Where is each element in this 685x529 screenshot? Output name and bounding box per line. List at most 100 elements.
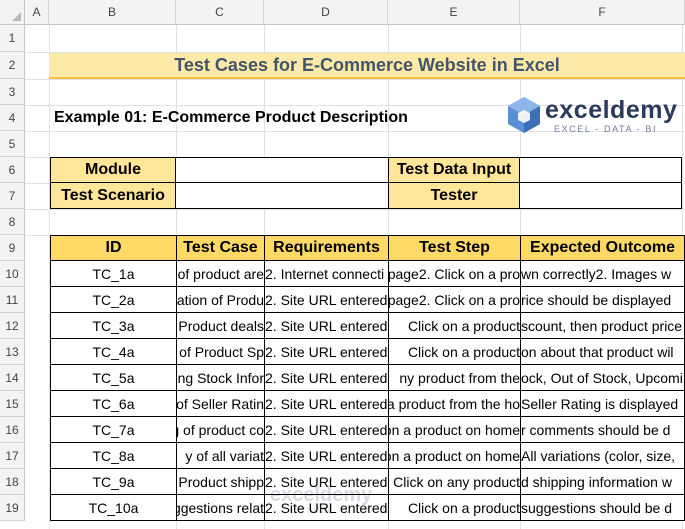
row-header-5[interactable]: 5 <box>0 131 25 157</box>
row-header-8[interactable]: 8 <box>0 209 25 235</box>
cell-expected-outcome[interactable]: Seller Rating is displayed <box>520 391 685 417</box>
cell-id[interactable]: TC_5a <box>50 365 177 391</box>
cell-expected-outcome[interactable]: scount, then product price <box>520 313 685 339</box>
row-header-9[interactable]: 9 <box>0 235 25 261</box>
cell-id[interactable]: TC_6a <box>50 391 177 417</box>
cell-expected-outcome[interactable]: on about that product wil <box>520 339 685 365</box>
row-header-4[interactable]: 4 <box>0 105 25 131</box>
cell-expected-outcome[interactable]: All variations (color, size, <box>520 443 685 469</box>
row-header-16[interactable]: 16 <box>0 417 25 443</box>
cell-test-case[interactable]: ng Stock Infor <box>176 365 265 391</box>
cell-requirements[interactable]: 2. Site URL entered <box>264 365 389 391</box>
cell-text: TC_6a <box>92 395 135 412</box>
row-header-17[interactable]: 17 <box>0 443 25 469</box>
cell-id[interactable]: TC_7a <box>50 417 177 443</box>
cell-text: TC_3a <box>92 317 135 334</box>
cell-test-step[interactable]: page2. Click on a pro <box>388 261 521 287</box>
cell-requirements[interactable]: 2. Site URL entered <box>264 339 389 365</box>
row-header-12[interactable]: 12 <box>0 313 25 339</box>
cell-test-case[interactable]: of product are <box>176 261 265 287</box>
row-header-15[interactable]: 15 <box>0 391 25 417</box>
column-header-d[interactable]: D <box>264 0 388 25</box>
module-label-cell[interactable]: Module <box>50 157 176 183</box>
cell-id[interactable]: TC_4a <box>50 339 177 365</box>
cell-text: TC_9a <box>92 473 135 490</box>
cell-test-step[interactable]: Click on any product <box>388 469 521 495</box>
column-header-f[interactable]: F <box>520 0 685 25</box>
cell-requirements[interactable]: 2. Site URL entered <box>264 417 389 443</box>
cell-text: a product from the ho <box>388 395 520 412</box>
cell-expected-outcome[interactable]: r comments should be d <box>520 417 685 443</box>
table-header-expected-outcome[interactable]: Expected Outcome <box>520 235 685 261</box>
cell-test-case[interactable]: of Seller Ratin <box>176 391 265 417</box>
cell-id[interactable]: TC_8a <box>50 443 177 469</box>
cell-text: n of Product Sp <box>176 343 264 360</box>
table-header-test-step[interactable]: Test Step <box>388 235 521 261</box>
cell-expected-outcome[interactable]: rice should be displayed <box>520 287 685 313</box>
gridline <box>25 79 685 80</box>
cell-test-step[interactable]: Click on a product <box>388 313 521 339</box>
test-scenario-value-cell[interactable] <box>175 182 389 209</box>
row-header-2[interactable]: 2 <box>0 52 25 79</box>
cell-test-step[interactable]: Click on a product <box>388 495 521 521</box>
spreadsheet-grid[interactable]: A B C D E F 1 2 3 4 5 6 7 8 9 10 11 12 1… <box>0 0 685 529</box>
column-header-c[interactable]: C <box>176 0 264 25</box>
cell-id[interactable]: TC_10a <box>50 495 177 521</box>
row-header-19[interactable]: 19 <box>0 495 25 521</box>
cell-test-case[interactable]: y of all variat <box>176 443 265 469</box>
column-header-a[interactable]: A <box>25 0 49 25</box>
row-header-13[interactable]: 13 <box>0 339 25 365</box>
cell-test-case[interactable]: Product shipp <box>176 469 265 495</box>
cell-requirements[interactable]: 2. Site URL entered <box>264 443 389 469</box>
cell-test-case[interactable]: n of Product Sp <box>176 339 265 365</box>
cell-test-step[interactable]: page2. Click on a pro <box>388 287 521 313</box>
cell-expected-outcome[interactable]: wn correctly2. Images w <box>520 261 685 287</box>
cell-test-step[interactable]: Click on a product <box>388 339 521 365</box>
column-header-e[interactable]: E <box>388 0 520 25</box>
test-data-input-label-cell[interactable]: Test Data Input <box>388 157 520 183</box>
cell-requirements[interactable]: 2. Internet connecti <box>264 261 389 287</box>
cell-expected-outcome[interactable]: ock, Out of Stock, Upcomi <box>520 365 685 391</box>
row-header-3[interactable]: 3 <box>0 79 25 105</box>
tester-label-cell[interactable]: Tester <box>388 182 520 209</box>
tester-value-cell[interactable] <box>519 182 682 209</box>
row-header-11[interactable]: 11 <box>0 287 25 313</box>
cell-test-step[interactable]: on a product on home <box>388 443 521 469</box>
cell-test-case[interactable]: g of product co <box>176 417 265 443</box>
table-header-requirements[interactable]: Requirements <box>264 235 389 261</box>
cell-requirements[interactable]: 2. Site URL entered <box>264 287 389 313</box>
row-header-14[interactable]: 14 <box>0 365 25 391</box>
cell-id[interactable]: TC_2a <box>50 287 177 313</box>
sheet-title[interactable]: Test Cases for E-Commerce Website in Exc… <box>49 53 685 79</box>
cell-requirements[interactable]: 2. Site URL entered <box>264 313 389 339</box>
cell-expected-outcome[interactable]: d shipping information w <box>520 469 685 495</box>
test-scenario-label-cell[interactable]: Test Scenario <box>50 182 176 209</box>
row-header-1[interactable]: 1 <box>0 25 25 52</box>
test-data-input-value-cell[interactable] <box>519 157 682 183</box>
module-value-cell[interactable] <box>175 157 389 183</box>
logo-name: exceldemy <box>545 96 678 124</box>
cell-id[interactable]: TC_1a <box>50 261 177 287</box>
row-header-10[interactable]: 10 <box>0 261 25 287</box>
cell-test-step[interactable]: ny product from the <box>388 365 521 391</box>
cell-id[interactable]: TC_9a <box>50 469 177 495</box>
cell-text: ggestions relat <box>176 499 264 516</box>
cell-test-step[interactable]: on a product on home <box>388 417 521 443</box>
row-header-18[interactable]: 18 <box>0 469 25 495</box>
table-header-test-case[interactable]: Test Case <box>176 235 265 261</box>
cell-text: Seller Rating is displayed <box>521 395 679 412</box>
cell-requirements[interactable]: 2. Site URL entered <box>264 391 389 417</box>
row-header-6[interactable]: 6 <box>0 157 25 183</box>
cell-test-case[interactable]: Product deals <box>176 313 265 339</box>
select-all-corner[interactable] <box>0 0 25 25</box>
example-heading[interactable]: Example 01: E-Commerce Product Descripti… <box>54 106 408 130</box>
cell-test-case[interactable]: ation of Produ <box>176 287 265 313</box>
cell-test-step[interactable]: a product from the ho <box>388 391 521 417</box>
cell-id[interactable]: TC_3a <box>50 313 177 339</box>
cell-text: Product deals <box>178 317 264 334</box>
column-header-b[interactable]: B <box>49 0 176 25</box>
cell-expected-outcome[interactable]: suggestions should be d <box>520 495 685 521</box>
table-header-id[interactable]: ID <box>50 235 177 261</box>
row-header-7[interactable]: 7 <box>0 183 25 209</box>
cell-test-case[interactable]: ggestions relat <box>176 495 265 521</box>
